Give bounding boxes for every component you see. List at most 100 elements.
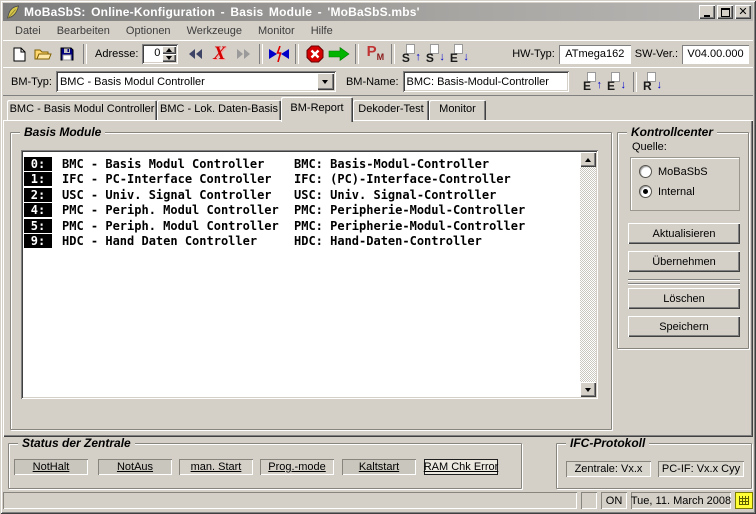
list-item[interactable]: 9:HDC - Hand Daten ControllerHDC: Hand-D… [24, 234, 578, 250]
send-s-up-button[interactable]: S↑ [399, 42, 423, 66]
save-floppy-icon [60, 47, 74, 61]
statusbar-date-panel: Tue, 11. March 2008 [631, 492, 731, 509]
kontrollcenter-group: Kontrollcenter Quelle: MoBaSbS Internal … [617, 132, 749, 349]
statusbar-message-panel [3, 492, 577, 509]
save-file-button[interactable] [55, 42, 79, 66]
menu-hilfe[interactable]: Hilfe [303, 23, 341, 39]
address-spin-up-button[interactable] [162, 46, 176, 54]
title-bar[interactable]: MoBaSbS: Online-Konfiguration - Basis Mo… [3, 3, 753, 21]
separator-line [628, 283, 740, 285]
tab-bmc-basis-modul-controller[interactable]: BMC - Basis Modul Controller [7, 100, 157, 120]
open-file-button[interactable] [31, 42, 55, 66]
green-arrow-icon [328, 47, 350, 61]
s-up-icon: S↑ [402, 44, 421, 64]
status-der-zentrale-title: Status der Zentrale [18, 436, 135, 450]
tab-monitor[interactable]: Monitor [429, 100, 486, 120]
menu-werkzeuge[interactable]: Werkzeuge [179, 23, 250, 39]
status-der-zentrale-group: Status der Zentrale NotHalt NotAus man. … [8, 443, 522, 489]
maximize-button[interactable] [717, 5, 733, 19]
tab-dekoder-test[interactable]: Dekoder-Test [353, 100, 429, 120]
toolbar-separator [295, 44, 299, 64]
s-down-icon: S↓ [426, 44, 445, 64]
radio-icon[interactable] [639, 165, 652, 178]
r-down-icon: R↓ [643, 72, 662, 92]
radio-mobasbs-label[interactable]: MoBaSbS [658, 166, 708, 178]
bm-typ-label: BM-Typ: [11, 76, 52, 88]
spin-down-icon [166, 56, 172, 60]
tab-bm-report[interactable]: BM-Report [281, 97, 353, 122]
kaltstart-indicator: Kaltstart [342, 459, 416, 475]
radio-mobasbs[interactable]: MoBaSbS [639, 165, 739, 178]
radio-internal-label[interactable]: Internal [658, 186, 695, 198]
close-icon: ✕ [738, 7, 747, 17]
connect-button[interactable] [267, 42, 291, 66]
nothalt-indicator: NotHalt [14, 459, 88, 475]
menu-datei[interactable]: Datei [7, 23, 49, 39]
aktualisieren-button[interactable]: Aktualisieren [628, 223, 740, 244]
scroll-down-button[interactable] [580, 382, 596, 397]
send-s-down-button[interactable]: S↓ [423, 42, 447, 66]
speichern-button[interactable]: Speichern [628, 316, 740, 337]
reset-r-button[interactable]: R↓ [641, 70, 665, 94]
new-file-button[interactable] [7, 42, 31, 66]
address-spinner[interactable]: 0 [142, 44, 178, 64]
toolbar-separator [355, 44, 359, 64]
address-label: Adresse: [95, 48, 138, 60]
read-e-up-button[interactable]: E↑ [581, 70, 605, 94]
send-e-down-button[interactable]: E↓ [447, 42, 471, 66]
list-item[interactable]: 4:PMC - Periph. Modul ControllerPMC: Per… [24, 203, 578, 219]
minimize-button[interactable] [699, 5, 715, 19]
scroll-down-icon [585, 388, 591, 392]
hw-typ-value: ATmega162 [559, 45, 631, 64]
bm-typ-value: BMC - Basis Modul Controller [56, 76, 317, 88]
radio-internal[interactable]: Internal [639, 185, 739, 198]
stop-icon [306, 45, 324, 63]
e-up-icon: E↑ [583, 72, 602, 92]
loeschen-button[interactable]: Löschen [628, 288, 740, 309]
new-file-icon [13, 47, 26, 62]
address-value[interactable]: 0 [142, 44, 162, 64]
stop-button[interactable] [303, 42, 327, 66]
menu-optionen[interactable]: Optionen [118, 23, 179, 39]
ram-chk-error-indicator: RAM Chk Error [424, 459, 498, 475]
list-item[interactable]: 1:IFC - PC-Interface ControllerIFC: (PC)… [24, 172, 578, 188]
pc-if-version-panel: PC-IF: Vx.x Cyy [658, 461, 744, 477]
address-next-button[interactable] [231, 42, 255, 66]
status-bar: ON Tue, 11. March 2008 [3, 490, 753, 509]
bm-name-input[interactable]: BMC: Basis-Modul-Controller [403, 71, 569, 92]
toolbar-separator [83, 44, 87, 64]
radio-selected-icon[interactable] [639, 185, 652, 198]
go-button[interactable] [327, 42, 351, 66]
notaus-indicator: NotAus [98, 459, 172, 475]
double-right-arrow-icon [237, 49, 250, 59]
list-item[interactable]: 0:BMC - Basis Modul ControllerBMC: Basis… [24, 156, 578, 172]
vertical-scrollbar[interactable] [580, 152, 596, 397]
list-item[interactable]: 5:PMC - Periph. Modul ControllerPMC: Per… [24, 218, 578, 234]
list-item[interactable]: 2:USC - Univ. Signal ControllerUSC: Univ… [24, 187, 578, 203]
bm-name-label: BM-Name: [346, 76, 399, 88]
tab-bmc-lok-daten-basis[interactable]: BMC - Lok. Daten-Basis [157, 100, 281, 120]
bm-typ-select[interactable]: BMC - Basis Modul Controller [56, 71, 336, 92]
chevron-down-icon [322, 80, 328, 84]
address-spin-down-button[interactable] [162, 54, 176, 62]
menu-monitor[interactable]: Monitor [250, 23, 303, 39]
address-prev-button[interactable] [183, 42, 207, 66]
uebernehmen-button[interactable]: Übernehmen [628, 251, 740, 272]
toolbar-separator [259, 44, 263, 64]
red-x-icon: X [213, 45, 226, 63]
bm-report-page: Basis Module 0:BMC - Basis Modul Control… [3, 120, 753, 437]
sw-ver-label: SW-Ver.: [635, 48, 678, 60]
spin-up-icon [166, 48, 172, 52]
scroll-up-icon [585, 158, 591, 162]
pm-button[interactable]: PM [363, 42, 387, 66]
scroll-up-button[interactable] [580, 152, 596, 167]
menu-bearbeiten[interactable]: Bearbeiten [49, 23, 118, 39]
write-e-down-button[interactable]: E↓ [605, 70, 629, 94]
open-folder-icon [34, 47, 52, 61]
module-report-list[interactable]: 0:BMC - Basis Modul ControllerBMC: Basis… [21, 150, 598, 399]
toolbar-separator [633, 72, 637, 92]
maximize-icon [721, 8, 730, 17]
close-button[interactable]: ✕ [735, 5, 751, 19]
address-clear-button[interactable]: X [207, 42, 231, 66]
bm-typ-dropdown-button[interactable] [317, 73, 334, 90]
